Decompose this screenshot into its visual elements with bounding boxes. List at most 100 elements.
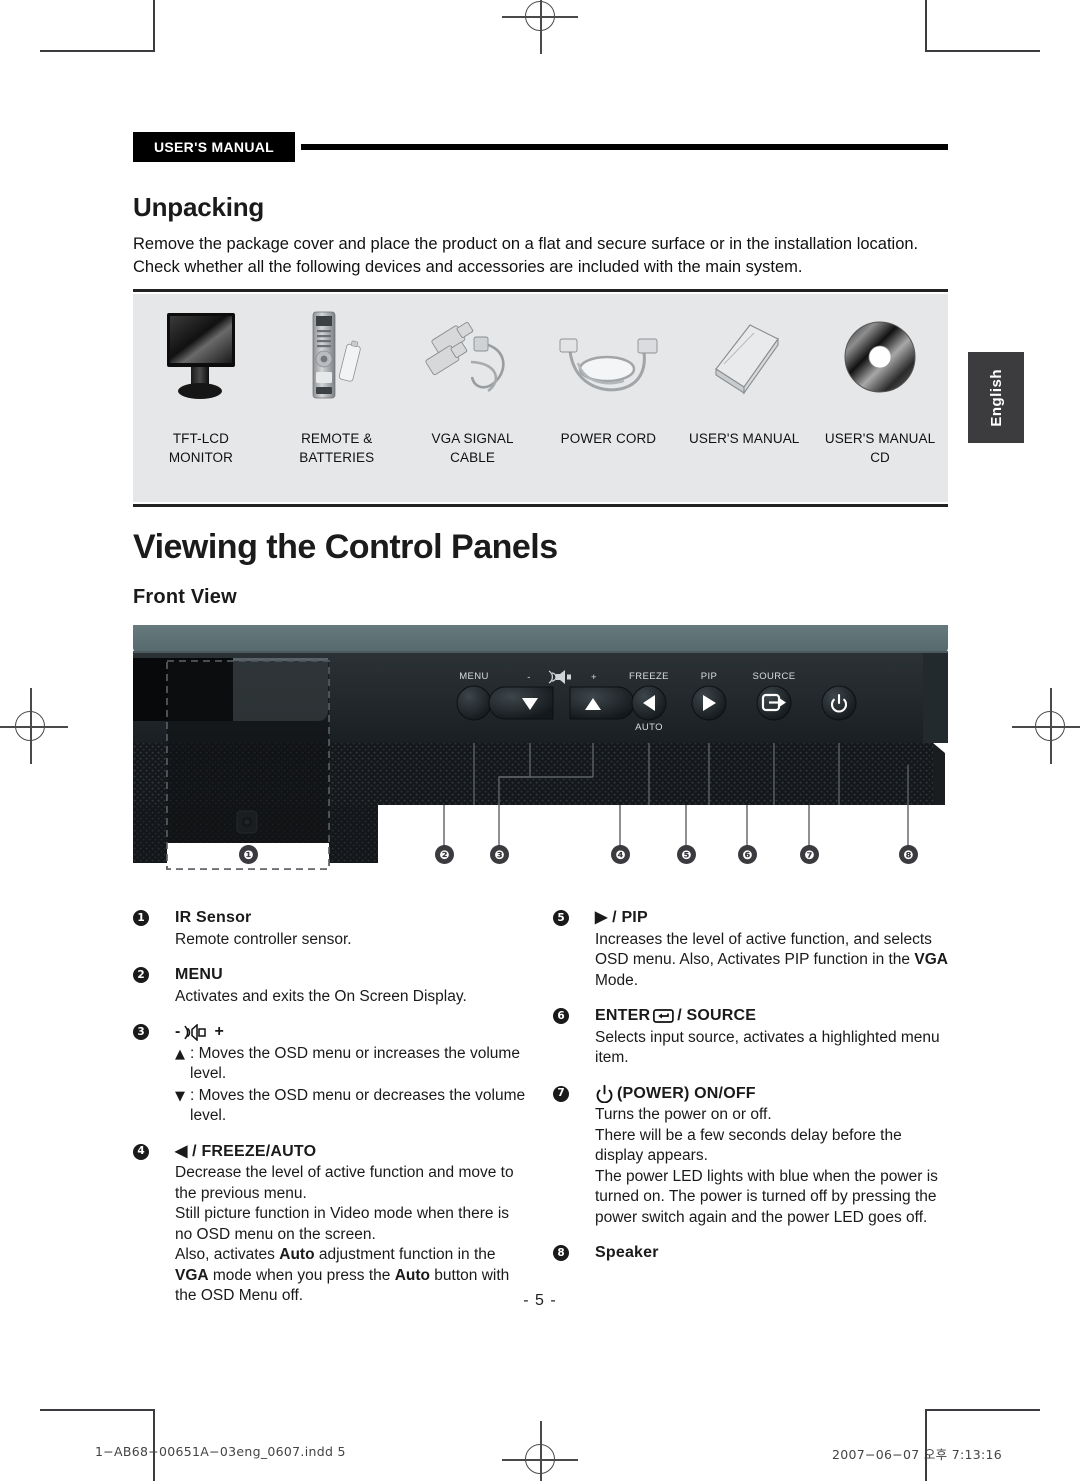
item-marker: 4 [133,1143,149,1160]
item-marker: 3 [133,1024,149,1040]
enter-icon [653,1008,674,1024]
svg-text:MENU: MENU [459,671,489,682]
accessory-label: USER'S MANUAL [689,431,800,446]
callout-3: ❸ [490,845,509,864]
item-heading: MENU [175,966,223,983]
callout-2: ❷ [435,845,454,864]
item-marker: 2 [133,967,149,983]
accessory-item-remote: REMOTE & BATTERIES [269,294,405,502]
unpacking-heading: Unpacking [133,192,265,222]
header-band: USER'S MANUAL [133,132,948,162]
power-cord-icon [548,294,668,429]
accessory-item-cd: USER'S MANUAL CD [812,294,948,502]
callout-1: ❶ [239,845,258,864]
item-marker: 5 [553,910,569,926]
item-heading: (POWER) ON/OFF [595,1084,953,1105]
accessories-list: TFT-LCD MONITOR REMOTE & BATTERIES VGA S… [133,294,948,502]
control-panels-heading: Viewing the Control Panels [133,528,558,566]
minus-sign: - [175,1023,181,1040]
accessory-label: VGA SIGNAL CABLE [431,431,514,465]
callout-5: ❺ [677,845,696,864]
registration-mark-top [502,0,578,54]
item-marker: 6 [553,1008,569,1024]
item-marker: 8 [553,1245,569,1261]
accessory-item-power-cord: POWER CORD [540,294,676,502]
callout-6: ❻ [738,845,757,864]
remote-batteries-icon [291,294,383,429]
power-icon [595,1084,614,1104]
vga-cable-icon [418,294,528,429]
cd-disc-icon [830,294,930,429]
registration-mark-bottom [502,1421,578,1481]
item-sub-text: : Moves the OSD menu or decreases the vo… [190,1086,526,1125]
registration-mark-left [0,688,68,764]
item-body: Turns the power on or off. There will be… [595,1105,953,1228]
monitor-icon [155,294,247,429]
svg-text:PIP: PIP [701,671,718,682]
front-view-figure: MENU - + FREEZE PIP SOURCE AUTO ❶ ❷ ❸ ❹ … [133,625,948,895]
item-body-line: There will be a few seconds delay before… [595,1126,902,1165]
description-item-3: 3 - + ▲ : Moves the OSD menu or increase… [133,1022,528,1127]
description-item-8: 8 Speaker [553,1243,953,1264]
item-heading: - + [175,1022,528,1043]
item-marker: 7 [553,1085,569,1102]
manual-book-icon [694,294,794,429]
manual-page: USER'S MANUAL English Unpacking Remove t… [0,0,1080,1481]
language-tab-label: English [987,368,1005,427]
header-tag: USER'S MANUAL [133,132,295,162]
item-body-line: Decrease the level of active function an… [175,1164,514,1202]
down-arrow-glyph: ▼ [175,1088,185,1104]
crop-mark-top-left [40,0,155,52]
accessory-item-manual: USER'S MANUAL [676,294,812,502]
item-heading: IR Sensor [175,909,252,926]
up-arrow-glyph: ▲ [175,1046,185,1062]
callout-8: ❽ [899,845,918,864]
item-body: Selects input source, activates a highli… [595,1028,940,1067]
header-rule [301,144,948,150]
page-number: - 5 - [523,1292,557,1309]
language-tab-english: English [968,352,1024,443]
item-body-line: Turns the power on or off. [595,1106,772,1123]
item-body: Decrease the level of active function an… [175,1163,528,1307]
callout-7: ❼ [800,845,819,864]
accessory-item-vga-cable: VGA SIGNAL CABLE [405,294,541,502]
front-view-heading: Front View [133,586,237,608]
item-body: Activates and exits the On Screen Displa… [175,987,467,1005]
description-item-4: 4 ◀ / FREEZE/AUTO Decrease the level of … [133,1142,528,1307]
description-item-1: 1 IR Sensor Remote controller sensor. [133,908,528,950]
accessory-label: TFT-LCD MONITOR [168,431,234,465]
item-body-line: The power LED lights with blue when the … [595,1167,938,1226]
svg-text:SOURCE: SOURCE [752,671,795,682]
unpacking-paragraph: Remove the package cover and place the p… [133,235,919,276]
item-marker: 1 [133,910,149,926]
svg-text:-: - [527,672,531,683]
item-sub-line: ▼ : Moves the OSD menu or decreases the … [175,1086,528,1127]
crop-mark-top-right [925,0,1040,52]
item-body-line: Still picture function in Video mode whe… [175,1205,510,1243]
footer-filename: 1−AB68−00651A−03eng_0607.indd 5 [95,1444,346,1459]
item-heading: ◀ / FREEZE/AUTO [175,1142,317,1160]
descriptions-right-column: 5 ▶ / PIP Increases the level of active … [553,908,953,1279]
svg-text:FREEZE: FREEZE [629,671,669,682]
description-item-6: 6 ENTER / SOURCE Selects input source, a… [553,1006,953,1069]
item-heading: ENTER / SOURCE [595,1007,757,1024]
plus-sign: + [214,1023,225,1040]
description-item-5: 5 ▶ / PIP Increases the level of active … [553,908,953,991]
item-sub-text: : Moves the OSD menu or increases the vo… [190,1044,520,1083]
registration-mark-right [1012,688,1080,764]
volume-icon [183,1023,212,1041]
svg-text:AUTO: AUTO [635,722,663,733]
accessory-label: USER'S MANUAL CD [824,431,936,465]
item-sub-line: ▲ : Moves the OSD menu or increases the … [175,1044,528,1085]
accessory-item-monitor: TFT-LCD MONITOR [133,294,269,502]
item-heading: Speaker [595,1244,659,1261]
description-item-2: 2 MENU Activates and exits the On Screen… [133,965,528,1007]
svg-text:+: + [591,672,597,683]
accessory-label: POWER CORD [560,431,657,446]
description-item-7: 7 (POWER) ON/OFF Turns the power on or o… [553,1084,953,1229]
footer-timestamp: 2007−06−07 오후 7:13:16 [831,1447,1002,1462]
item-heading: ▶ / PIP [595,909,648,926]
accessory-label: REMOTE & BATTERIES [299,431,375,465]
descriptions-left-column: 1 IR Sensor Remote controller sensor. 2 … [133,908,528,1322]
item-body: Increases the level of active function, … [595,930,948,989]
